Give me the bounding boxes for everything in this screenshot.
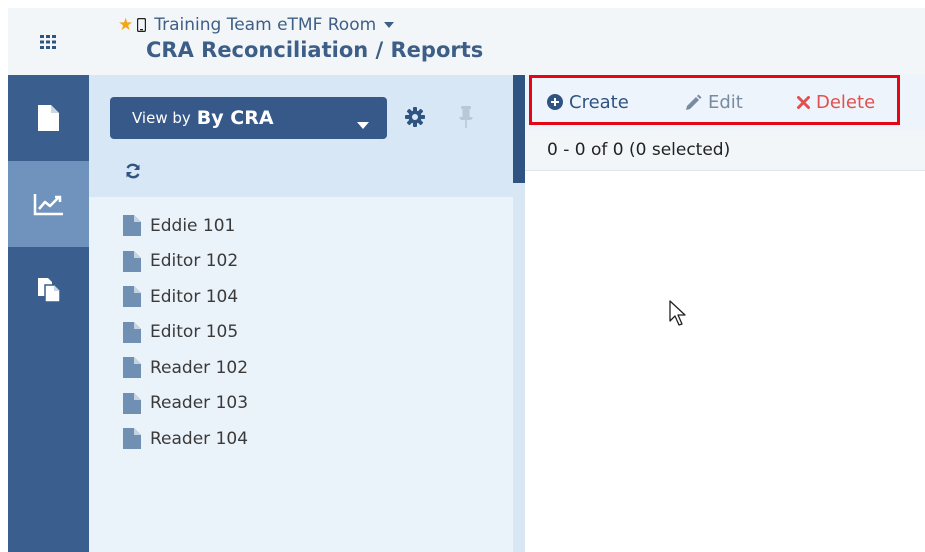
left-nav: [8, 75, 89, 552]
close-icon: [797, 95, 810, 109]
list-item[interactable]: Reader 104: [123, 421, 248, 457]
app-launcher-button[interactable]: [8, 8, 88, 75]
create-label: Create: [569, 91, 629, 113]
list-item[interactable]: Eddie 101: [123, 208, 248, 244]
top-bar: ★ Training Team eTMF Room CRA Reconcilia…: [8, 8, 925, 75]
nav-copy-documents[interactable]: [8, 247, 89, 333]
content-area: Create Edit Delete 0 - 0 of 0 (0 selecte…: [525, 75, 925, 552]
list-item[interactable]: Editor 104: [123, 279, 248, 315]
panel-scrollbar-thumb[interactable]: [513, 75, 525, 183]
tree-panel-header: View by By CRA: [89, 75, 513, 197]
tree-panel: View by By CRA Eddie 101 Editor 102 Edit…: [89, 75, 513, 552]
view-by-label: View by: [132, 109, 191, 127]
room-breadcrumb[interactable]: ★ Training Team eTMF Room: [118, 14, 395, 36]
list-item[interactable]: Reader 103: [123, 386, 248, 422]
delete-button[interactable]: Delete: [797, 90, 875, 114]
file-icon: [123, 250, 141, 272]
caret-down-icon[interactable]: [384, 22, 395, 28]
list-item-label: Reader 103: [150, 393, 249, 414]
mouse-cursor-icon: [669, 300, 687, 332]
plus-circle-icon: [547, 94, 563, 110]
edit-button[interactable]: Edit: [685, 90, 743, 114]
list-item-label: Eddie 101: [150, 215, 236, 236]
file-icon: [123, 357, 141, 379]
star-icon[interactable]: ★: [118, 15, 133, 35]
cra-list: Eddie 101 Editor 102 Editor 104 Editor 1…: [123, 208, 248, 457]
mobile-icon: [137, 18, 147, 32]
file-icon: [123, 321, 141, 343]
pencil-icon: [685, 94, 702, 111]
line-chart-icon: [33, 194, 63, 216]
list-item-label: Reader 104: [150, 428, 249, 449]
selection-count-bar: 0 - 0 of 0 (0 selected): [525, 130, 925, 171]
edit-label: Edit: [708, 91, 743, 113]
file-icon: [123, 392, 141, 414]
selection-count: 0 - 0 of 0 (0 selected): [547, 140, 731, 160]
list-item-label: Reader 102: [150, 357, 249, 378]
pin-icon[interactable]: [458, 106, 474, 132]
delete-label: Delete: [816, 91, 876, 113]
grid-icon: [40, 34, 56, 49]
caret-down-icon: [357, 114, 369, 133]
list-item[interactable]: Editor 102: [123, 244, 248, 280]
action-toolbar: Create Edit Delete: [525, 75, 925, 130]
file-icon: [123, 428, 141, 450]
list-item-label: Editor 105: [150, 322, 239, 343]
create-button[interactable]: Create: [547, 90, 629, 114]
room-name[interactable]: Training Team eTMF Room: [154, 15, 376, 35]
list-item-label: Editor 102: [150, 251, 239, 272]
nav-reports[interactable]: [8, 161, 89, 247]
copy-document-icon: [37, 278, 60, 302]
list-item[interactable]: Editor 105: [123, 315, 248, 351]
page-title: CRA Reconciliation / Reports: [146, 38, 484, 62]
file-icon: [123, 215, 141, 237]
view-by-dropdown[interactable]: View by By CRA: [110, 97, 387, 139]
view-by-value: By CRA: [196, 107, 274, 129]
list-item[interactable]: Reader 102: [123, 350, 248, 386]
file-icon: [123, 286, 141, 308]
refresh-icon[interactable]: [125, 163, 141, 183]
document-icon: [38, 105, 59, 131]
nav-documents[interactable]: [8, 75, 89, 161]
gear-icon[interactable]: [405, 107, 425, 131]
list-item-label: Editor 104: [150, 286, 239, 307]
